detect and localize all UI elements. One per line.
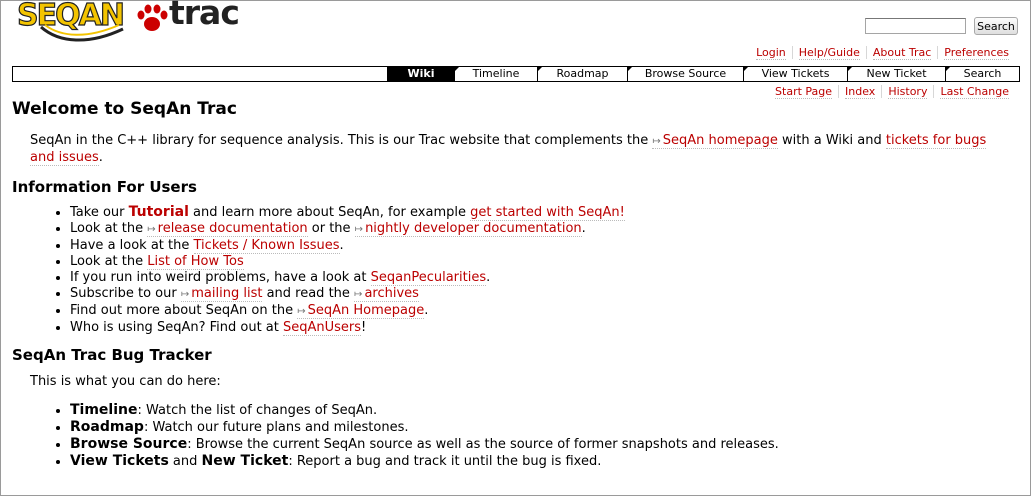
preferences-link[interactable]: Preferences (937, 46, 1015, 60)
bug-intro: This is what you can do here: (30, 374, 221, 389)
item-bold: New Ticket (201, 453, 289, 469)
list-item: If you run into weird problems, have a l… (70, 270, 1012, 286)
list-item: Take our Tutorial and learn more about S… (70, 204, 1012, 221)
item-text: . (486, 270, 491, 285)
index-link[interactable]: Index (838, 85, 882, 99)
release-documentation-link[interactable]: release documentation (147, 221, 308, 237)
item-text: Who is using SeqAn? Find out at (70, 320, 283, 335)
mailing-list-link[interactable]: mailing list (180, 286, 263, 302)
start-page-link[interactable]: Start Page (769, 85, 838, 99)
known-issues-link[interactable]: Tickets / Known Issues (193, 238, 340, 254)
tutorial-link[interactable]: Tutorial (129, 204, 189, 220)
item-text: ! (361, 320, 367, 335)
item-text: : Watch our future plans and milestones. (143, 420, 409, 435)
tab-new-ticket[interactable]: New Ticket (847, 67, 945, 81)
list-item: Browse Source: Browse the current SeqAn … (70, 436, 1012, 453)
history-link[interactable]: History (881, 85, 934, 99)
item-text: : Report a bug and track it until the bu… (288, 454, 602, 469)
last-change-link-label: Last Change (940, 85, 1009, 99)
item-text: : Browse the current SeqAn source as wel… (187, 437, 779, 452)
item-text: If you run into weird problems, have a l… (70, 270, 371, 285)
list-item: Subscribe to our mailing list and read t… (70, 286, 1012, 303)
start-page-link-label: Start Page (775, 85, 833, 99)
context-navigation: Start Page Index History Last Change (769, 85, 1015, 99)
item-text: Subscribe to our (70, 286, 181, 301)
search-input[interactable] (865, 18, 966, 34)
list-item: Look at the List of How Tos (70, 254, 1012, 270)
item-text: Have a look at the (70, 238, 194, 253)
tab-view-tickets[interactable]: View Tickets (743, 67, 847, 81)
seqan-homepage-link[interactable]: SeqAn homepage (652, 133, 778, 149)
item-text: or the (307, 221, 355, 236)
item-text: : Watch the list of changes of SeqAn. (137, 403, 378, 418)
intro-text-3: . (98, 150, 103, 165)
search-button[interactable]: Search (974, 17, 1018, 35)
logo-trac-text: trac (169, 0, 240, 32)
main-navigation: Wiki Timeline Roadmap Browse Source View… (12, 66, 1020, 82)
item-bold: Browse Source (70, 436, 188, 452)
seqan-pecularities-link[interactable]: SeqanPecularities (370, 270, 487, 286)
tab-browse-source[interactable]: Browse Source (627, 67, 743, 81)
page-title: Welcome to SeqAn Trac (12, 99, 237, 119)
item-text: . (424, 303, 429, 318)
about-trac-link[interactable]: About Trac (865, 46, 938, 60)
item-text: and learn more about SeqAn, for example (188, 205, 471, 220)
list-item: Look at the release documentation or the… (70, 221, 1012, 238)
wiki-content: Welcome to SeqAn Trac SeqAn in the C++ l… (12, 99, 1012, 470)
help-guide-link-label: Help/Guide (798, 46, 860, 60)
seqan-users-link[interactable]: SeqAnUsers (283, 320, 362, 336)
item-text: Look at the (70, 221, 148, 236)
item-text: Take our (70, 205, 129, 220)
item-bold: Roadmap (70, 419, 144, 435)
intro-text-2: with a Wiki and (777, 133, 886, 148)
item-text: and (168, 454, 202, 469)
list-item: Have a look at the Tickets / Known Issue… (70, 238, 1012, 254)
index-link-label: Index (845, 85, 876, 99)
login-link-label: Login (756, 46, 786, 60)
bug-tracker-list: Timeline: Watch the list of changes of S… (12, 402, 1012, 470)
intro-paragraph: SeqAn in the C++ library for sequence an… (12, 133, 1012, 166)
list-item: Roadmap: Watch our future plans and mile… (70, 419, 1012, 436)
tab-timeline[interactable]: Timeline (454, 67, 537, 81)
login-link[interactable]: Login (750, 46, 792, 60)
users-list: Take our Tutorial and learn more about S… (12, 204, 1012, 336)
help-guide-link[interactable]: Help/Guide (791, 46, 866, 60)
users-heading: Information For Users (12, 178, 197, 196)
logo-swoosh-icon (40, 24, 124, 42)
item-text: . (339, 238, 344, 253)
intro-text-1: SeqAn in the C++ library for sequence an… (30, 133, 653, 148)
history-link-label: History (888, 85, 928, 99)
nightly-documentation-link[interactable]: nightly developer documentation (354, 221, 582, 237)
paw-print-icon (137, 4, 168, 31)
item-bold: Timeline (70, 402, 138, 418)
tab-search[interactable]: Search (945, 67, 1019, 81)
item-text: . (581, 221, 586, 236)
list-item: View Tickets and New Ticket: Report a bu… (70, 453, 1012, 470)
meta-navigation: Login Help/Guide About Trac Preferences (750, 46, 1015, 60)
seqan-trac-logo[interactable]: SEQAN trac (16, 0, 247, 43)
item-text: Look at the (70, 254, 148, 269)
seqan-homepage-link-2[interactable]: SeqAn Homepage (297, 303, 425, 319)
tab-roadmap[interactable]: Roadmap (537, 67, 627, 81)
last-change-link[interactable]: Last Change (933, 85, 1015, 99)
archives-link[interactable]: archives (354, 286, 419, 302)
list-item: Timeline: Watch the list of changes of S… (70, 402, 1012, 419)
item-text: Find out more about SeqAn on the (70, 303, 298, 318)
tab-wiki[interactable]: Wiki (387, 67, 454, 81)
item-bold: View Tickets (70, 453, 169, 469)
item-text: and read the (262, 286, 355, 301)
list-item: Who is using SeqAn? Find out at SeqAnUse… (70, 320, 1012, 336)
preferences-link-label: Preferences (944, 46, 1009, 60)
how-tos-link[interactable]: List of How Tos (147, 254, 244, 270)
about-trac-link-label: About Trac (872, 46, 932, 60)
list-item: Find out more about SeqAn on the SeqAn H… (70, 303, 1012, 320)
bug-tracker-heading: SeqAn Trac Bug Tracker (12, 346, 212, 364)
get-started-link[interactable]: get started with SeqAn! (470, 205, 625, 221)
